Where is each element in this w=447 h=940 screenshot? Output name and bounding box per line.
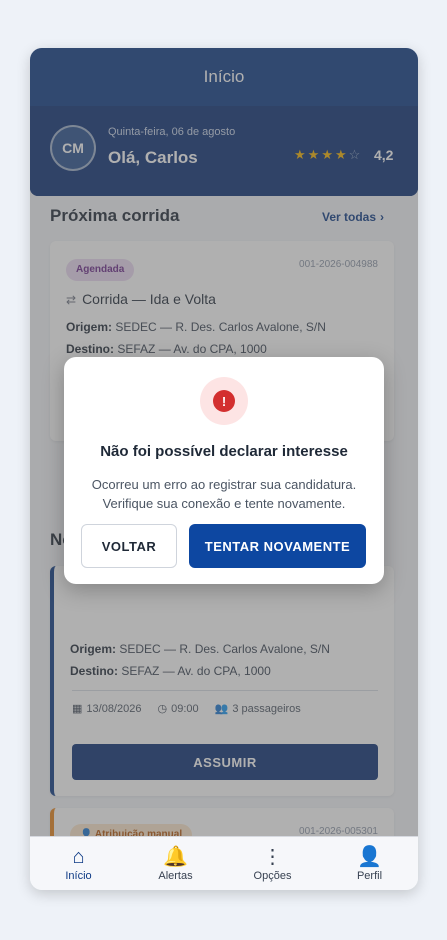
nav-options[interactable]: ⋮ Opções — [224, 837, 321, 890]
bottom-navigation: ⌂ Início 🔔 Alertas ⋮ Opções 👤 Perfil — [30, 836, 418, 890]
person-icon: 👤 — [357, 845, 382, 868]
nav-home[interactable]: ⌂ Início — [30, 837, 127, 890]
nav-label: Perfil — [356, 869, 383, 882]
error-dialog: ! Não foi possível declarar interesse Oc… — [64, 357, 384, 584]
bell-icon: 🔔 — [163, 845, 188, 868]
nav-alerts[interactable]: 🔔 Alertas — [127, 837, 224, 890]
nav-label: Alertas — [158, 869, 193, 882]
dialog-title: Não foi possível declarar interesse — [100, 443, 348, 460]
dialog-message-line2: Verifique sua conexão e tente novamente. — [102, 496, 346, 511]
nav-profile[interactable]: 👤 Perfil — [321, 837, 418, 890]
more-vert-icon: ⋮ — [262, 845, 283, 868]
dialog-message: Ocorreu um erro ao registrar sua candida… — [84, 475, 364, 513]
nav-label: Início — [65, 869, 92, 882]
dialog-message-line1: Ocorreu um erro ao registrar sua candida… — [91, 477, 357, 492]
back-button[interactable]: VOLTAR — [81, 524, 177, 568]
nav-label: Opções — [253, 869, 292, 882]
error-icon: ! — [213, 390, 235, 412]
retry-button[interactable]: TENTAR NOVAMENTE — [189, 524, 366, 568]
error-icon-container: ! — [200, 377, 248, 425]
home-icon: ⌂ — [72, 845, 85, 868]
